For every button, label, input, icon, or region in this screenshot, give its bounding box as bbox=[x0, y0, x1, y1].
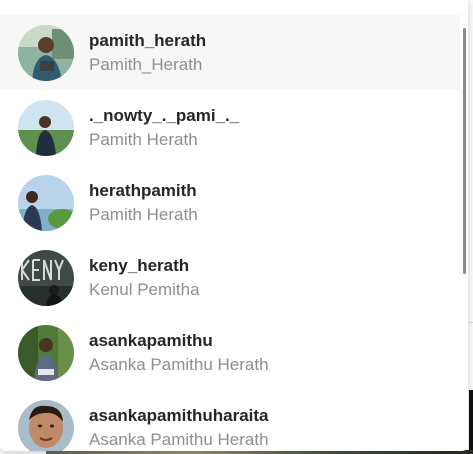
avatar bbox=[18, 249, 74, 306]
account-username: asankapamithuharaita bbox=[89, 405, 269, 425]
account-text: pamith_herath Pamith_Herath bbox=[89, 29, 206, 77]
account-text: asankapamithu Asanka Pamithu Herath bbox=[89, 329, 269, 377]
account-fullname: Pamith_Herath bbox=[89, 54, 203, 74]
profile-photo-icon bbox=[18, 399, 74, 451]
profile-photo-icon bbox=[18, 99, 74, 156]
background-panel-edge bbox=[469, 322, 473, 392]
search-results-list: pamith_herath Pamith_Herath ._nowty_._pa… bbox=[0, 15, 460, 451]
scrollbar-thumb[interactable] bbox=[463, 28, 466, 274]
account-username: asankapamithu bbox=[89, 330, 213, 350]
search-result-item[interactable]: keny_herath Kenul Pemitha bbox=[0, 240, 460, 315]
search-result-item[interactable]: ._nowty_._pami_._ Pamith Herath bbox=[0, 90, 460, 165]
avatar bbox=[18, 324, 74, 381]
avatar bbox=[18, 99, 74, 156]
account-username: keny_herath bbox=[89, 255, 190, 275]
avatar bbox=[18, 174, 74, 231]
account-username: herathpamith bbox=[89, 180, 197, 200]
account-fullname: Pamith Herath bbox=[89, 204, 198, 224]
profile-photo-icon bbox=[18, 24, 74, 81]
search-results-dropdown: pamith_herath Pamith_Herath ._nowty_._pa… bbox=[0, 0, 468, 451]
account-username: ._nowty_._pami_._ bbox=[89, 105, 240, 125]
account-text: keny_herath Kenul Pemitha bbox=[89, 254, 200, 302]
account-text: ._nowty_._pami_._ Pamith Herath bbox=[89, 104, 239, 152]
search-result-item[interactable]: asankapamithu Asanka Pamithu Herath bbox=[0, 315, 460, 390]
account-fullname: Kenul Pemitha bbox=[89, 279, 200, 299]
profile-photo-icon bbox=[18, 324, 74, 381]
profile-photo-icon bbox=[18, 249, 74, 306]
account-username: pamith_herath bbox=[89, 30, 207, 50]
account-fullname: Pamith Herath bbox=[89, 129, 198, 149]
scrollbar[interactable] bbox=[460, 0, 468, 451]
account-fullname: Asanka Pamithu Herath bbox=[89, 429, 269, 449]
account-fullname: Asanka Pamithu Herath bbox=[89, 354, 269, 374]
background-image-edge bbox=[469, 390, 473, 454]
profile-photo-icon bbox=[18, 174, 74, 231]
account-text: herathpamith Pamith Herath bbox=[89, 179, 198, 227]
search-result-item[interactable]: herathpamith Pamith Herath bbox=[0, 165, 460, 240]
avatar bbox=[18, 24, 74, 81]
account-text: asankapamithuharaita Asanka Pamithu Hera… bbox=[89, 404, 269, 452]
search-result-item[interactable]: asankapamithuharaita Asanka Pamithu Hera… bbox=[0, 390, 460, 451]
search-result-item[interactable]: pamith_herath Pamith_Herath bbox=[0, 15, 460, 90]
avatar bbox=[18, 399, 74, 451]
